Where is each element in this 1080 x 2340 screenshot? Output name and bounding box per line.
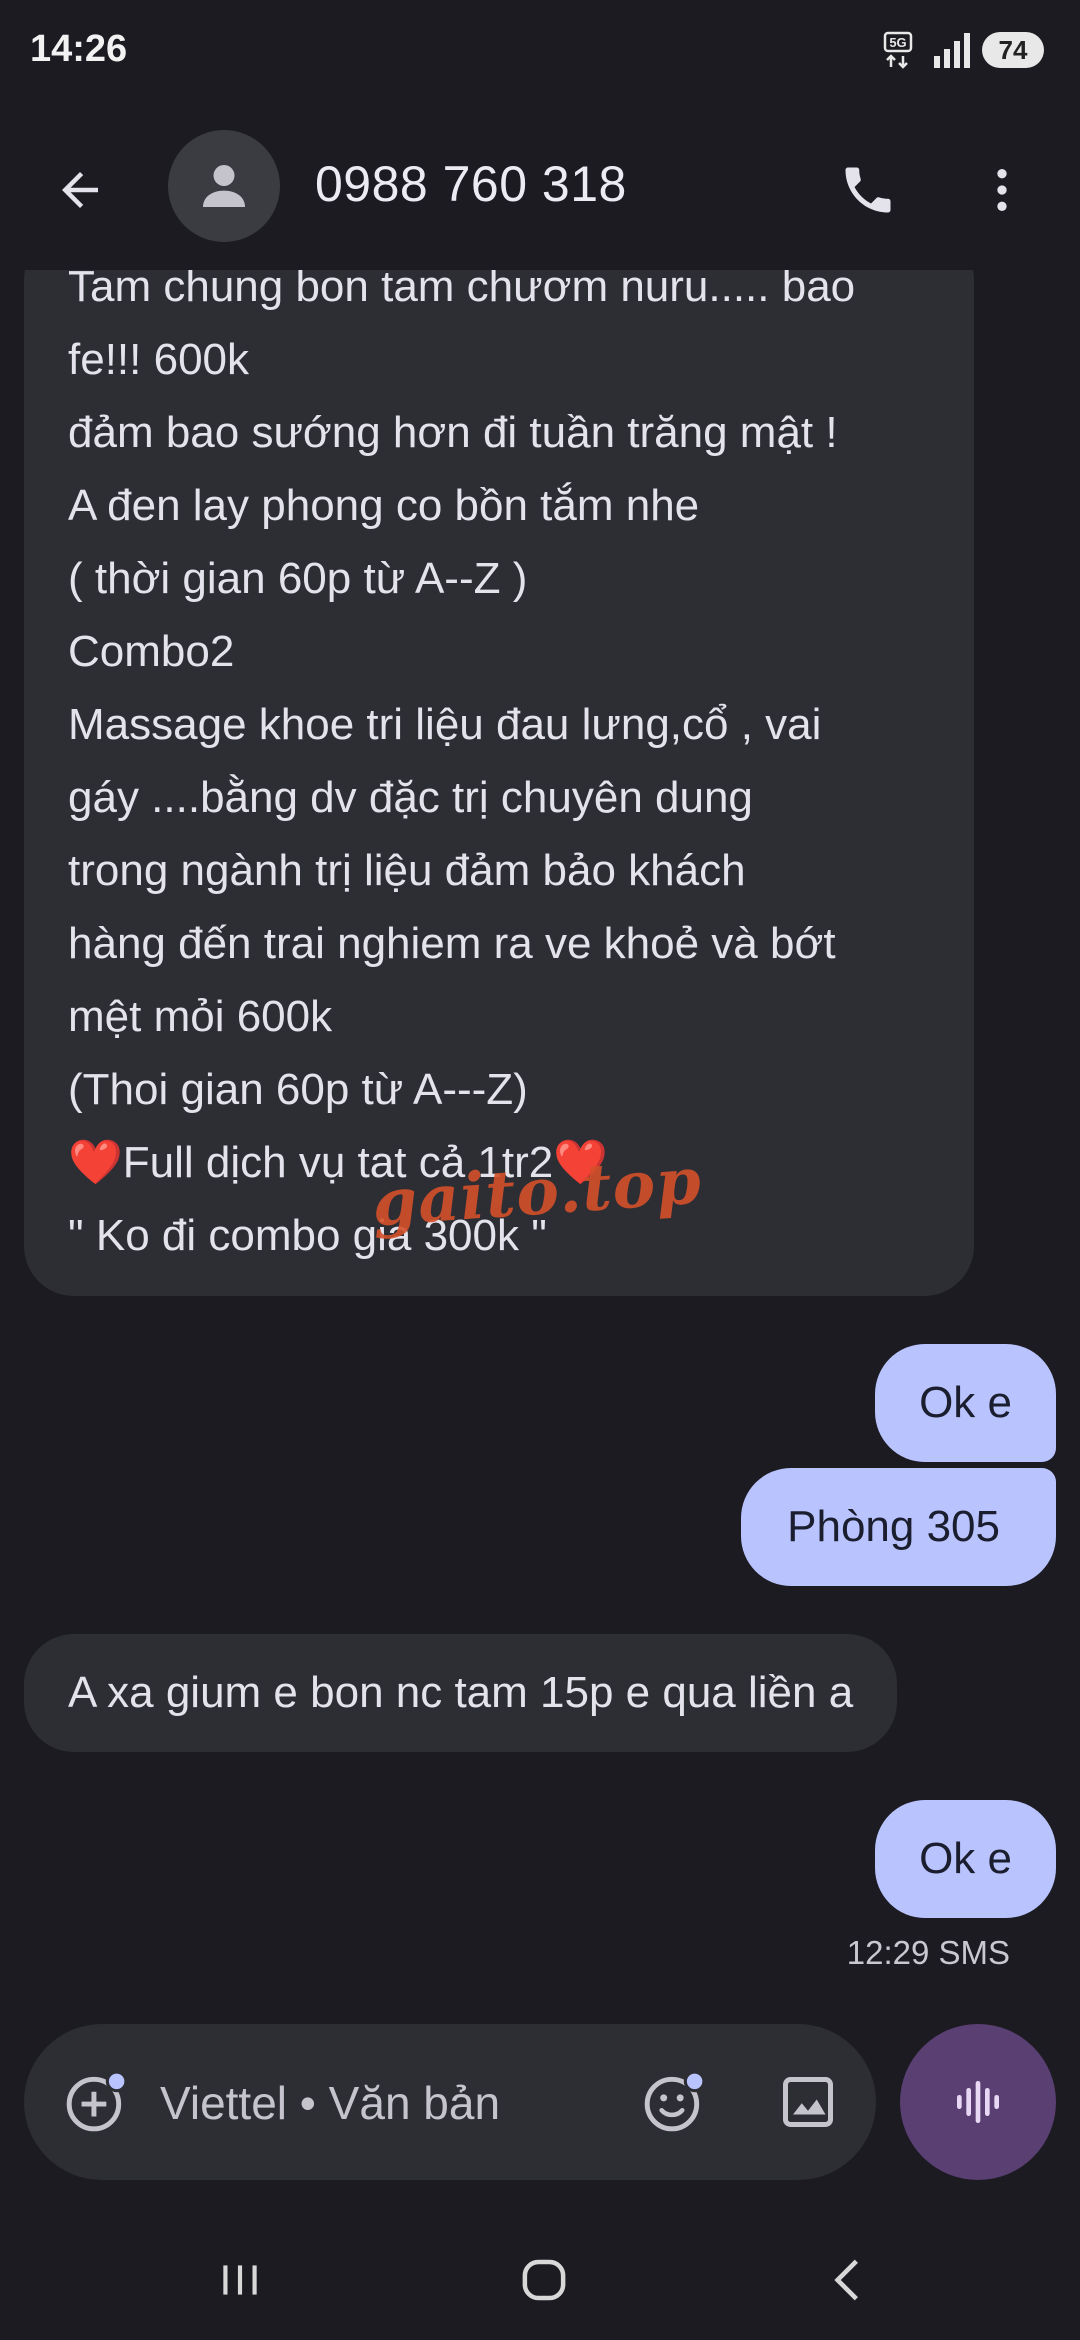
conversation-screen: 14:26 5G 74 0988 760 318 Tam chung bon t… bbox=[0, 0, 1080, 2340]
voice-wave-icon bbox=[957, 2081, 999, 2123]
contact-title[interactable]: 0988 760 318 bbox=[315, 155, 627, 213]
signal-icon bbox=[934, 33, 970, 68]
nav-back-button[interactable] bbox=[808, 2240, 888, 2320]
message-line: gáy ....bằng dv đặc trị chuyên dung bbox=[68, 773, 753, 822]
chevron-left-icon bbox=[834, 2259, 858, 2301]
message-line: fe!!! 600k bbox=[68, 335, 250, 384]
gallery-button[interactable] bbox=[768, 2062, 848, 2142]
message-line: Combo2 bbox=[68, 627, 235, 676]
svg-text:5G: 5G bbox=[889, 35, 906, 50]
status-bar: 14:26 5G 74 bbox=[0, 0, 1080, 100]
message-line: A đen lay phong co bồn tắm nhe bbox=[68, 481, 700, 530]
message-timestamp: 12:29 SMS bbox=[846, 1934, 1010, 1971]
arrow-back-icon bbox=[62, 172, 98, 208]
message-line: mệt mỏi 600k bbox=[68, 992, 333, 1041]
back-button[interactable] bbox=[40, 150, 120, 230]
message-line: đảm bao sướng hơn đi tuần trăng mật ! bbox=[68, 408, 838, 457]
phone-icon bbox=[845, 167, 891, 213]
recents-icon bbox=[223, 2265, 257, 2295]
incoming-message-bubble[interactable]: A xa gium e bon nc tam 15p e qua liền a bbox=[24, 1634, 898, 1752]
message-input[interactable] bbox=[158, 2070, 682, 2136]
outgoing-message-bubble[interactable]: Ok e bbox=[875, 1800, 1056, 1918]
message-line: ( thời gian 60p từ A--Z ) bbox=[68, 554, 528, 603]
add-attachment-button[interactable] bbox=[56, 2062, 136, 2142]
message-list[interactable]: Tam chung bon tam chươm nuru..... bao fe… bbox=[0, 270, 1080, 1990]
call-button[interactable] bbox=[828, 150, 908, 230]
message-line: Massage khoe tri liệu đau lưng,cổ , vai bbox=[68, 700, 822, 749]
message-line: trong ngành trị liệu đảm bảo khách bbox=[68, 846, 746, 895]
outgoing-message-bubble[interactable]: Ok e bbox=[875, 1344, 1056, 1462]
voice-message-button[interactable] bbox=[900, 2024, 1056, 2180]
status-time: 14:26 bbox=[30, 28, 128, 70]
network-5g-icon: 5G bbox=[883, 31, 913, 69]
incoming-message-bubble[interactable]: Tam chung bon tam chươm nuru..... bao fe… bbox=[24, 270, 974, 1296]
message-line: (Thoi gian 60p từ A---Z) bbox=[68, 1065, 528, 1114]
system-nav-bar bbox=[0, 2220, 1080, 2340]
recents-button[interactable] bbox=[200, 2240, 280, 2320]
more-options-button[interactable] bbox=[962, 150, 1042, 230]
message-line: Tam chung bon tam chươm nuru..... bao bbox=[68, 270, 856, 311]
image-icon bbox=[783, 2077, 833, 2127]
app-bar: 0988 760 318 bbox=[0, 110, 1080, 260]
message-line: hàng đến trai nghiem ra ve khoẻ và bớt bbox=[68, 919, 836, 968]
contact-avatar[interactable] bbox=[168, 130, 280, 242]
outgoing-message-bubble[interactable]: Phòng 305 bbox=[741, 1468, 1056, 1586]
status-icons: 5G 74 bbox=[882, 30, 1044, 70]
emoji-icon bbox=[644, 2070, 706, 2132]
emoji-button[interactable] bbox=[634, 2062, 714, 2142]
home-button[interactable] bbox=[504, 2240, 584, 2320]
home-icon bbox=[522, 2259, 566, 2301]
add-circle-icon bbox=[66, 2070, 128, 2132]
compose-bar bbox=[24, 2024, 876, 2180]
battery-indicator: 74 bbox=[982, 32, 1044, 68]
more-vert-icon bbox=[997, 169, 1007, 211]
person-icon bbox=[203, 165, 245, 207]
